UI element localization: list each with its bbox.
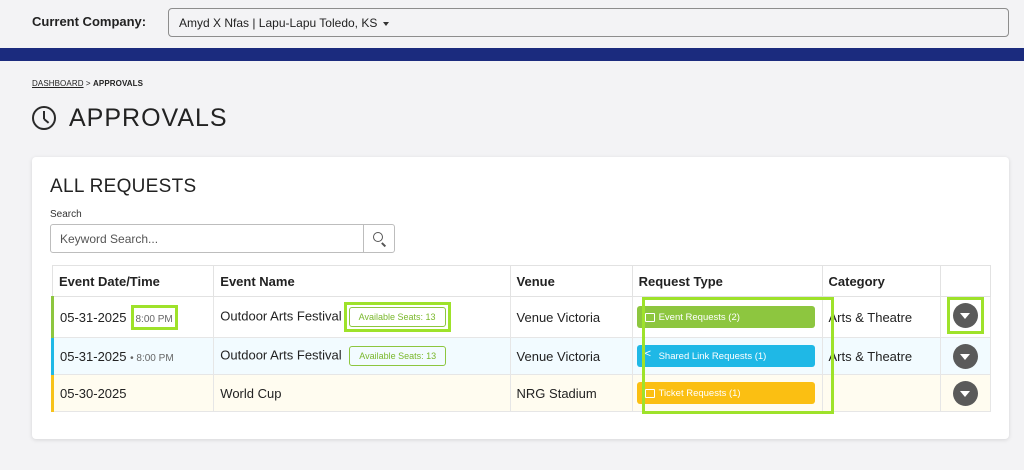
time-highlight: 8:00 PM [130,304,178,330]
event-cell: Outdoor Arts Festival Available Seats: 13 [213,296,511,338]
event-date: 05-31-2025 [60,309,127,325]
breadcrumb-separator: > [85,79,91,88]
date-cell: 05-30-2025 [50,374,215,412]
search-input[interactable] [50,224,364,253]
request-type-cell: Event Requests (2) [631,296,823,338]
page-header: APPROVALS [32,103,228,133]
breadcrumb-current: APPROVALS [93,79,144,88]
column-header-request-type[interactable]: Request Type [631,265,823,297]
expand-row-button[interactable] [953,380,978,406]
event-time: 8:00 PM [135,313,173,325]
seats-badge: Available Seats: 13 [349,346,447,366]
event-date: 05-31-2025 [60,348,127,364]
request-type-label: Shared Link Requests (1) [658,350,767,362]
clock-icon [32,106,56,130]
search-icon [373,232,383,242]
request-type-label: Ticket Requests (1) [658,387,741,399]
event-date: 05-30-2025 [60,385,127,401]
column-header-venue[interactable]: Venue [509,265,633,297]
breadcrumb: DASHBOARD > APPROVALS [32,79,143,88]
nav-band [0,48,1024,61]
search-label: Search [50,209,82,220]
expand-row-button[interactable] [953,343,978,369]
calendar-icon [644,312,655,322]
event-cell: World Cup [213,374,511,412]
column-header-event[interactable]: Event Name [213,265,511,297]
table-header-row: Event Date/Time Event Name Venue Request… [51,265,991,297]
date-cell: 05-31-2025 • 8:00 PM [50,337,215,375]
event-requests-button[interactable]: Event Requests (2) [636,306,815,328]
event-name: World Cup [220,385,282,401]
category-cell: Arts & Theatre [821,337,941,375]
request-type-label: Event Requests (2) [658,311,740,323]
seats-highlight: Available Seats: 13 [343,302,451,332]
company-value: Amyd X Nfas | Lapu-Lapu Toledo, KS [179,16,378,30]
column-header-date[interactable]: Event Date/Time [51,265,215,297]
expand-row-button[interactable] [953,303,978,328]
ticket-requests-button[interactable]: Ticket Requests (1) [636,382,815,404]
table-row: 05-31-2025 • 8:00 PM Outdoor Arts Festiv… [50,337,991,375]
page-title: APPROVALS [69,103,228,132]
venue-cell: Venue Victoria [509,337,633,375]
column-header-actions [940,265,991,297]
caret-down-icon [383,21,390,26]
requests-table: Event Date/Time Event Name Venue Request… [50,265,991,412]
seats-badge: Available Seats: 13 [348,307,446,327]
action-cell [940,374,991,412]
breadcrumb-dashboard-link[interactable]: DASHBOARD [32,79,84,88]
date-cell: 05-31-2025 8:00 PM [50,296,215,338]
requests-card: ALL REQUESTS Search Event Date/Time Even… [32,157,1009,439]
request-type-cell: Ticket Requests (1) [631,374,823,412]
venue-cell: Venue Victoria [509,296,633,338]
venue-cell: NRG Stadium [509,374,633,412]
expand-highlight [947,297,984,334]
company-select[interactable]: Amyd X Nfas | Lapu-Lapu Toledo, KS [168,8,1009,37]
action-cell [940,296,991,338]
shared-link-requests-button[interactable]: Shared Link Requests (1) [636,345,815,367]
search-button[interactable] [363,224,395,253]
column-header-category[interactable]: Category [821,265,941,297]
share-icon [645,348,655,361]
event-time: • 8:00 PM [130,352,174,364]
top-bar: Current Company: Amyd X Nfas | Lapu-Lapu… [0,0,1024,47]
table-row: 05-31-2025 8:00 PM Outdoor Arts Festival A… [50,296,991,338]
action-cell [940,337,991,375]
table-row: 05-30-2025 World Cup NRG Stadium Ticket … [50,374,991,412]
event-name: Outdoor Arts Festival [220,308,342,324]
card-title: ALL REQUESTS [50,176,197,197]
request-type-cell: Shared Link Requests (1) [631,337,823,375]
company-label: Current Company: [32,14,147,29]
category-cell [821,374,941,412]
ticket-icon [644,388,655,398]
category-cell: Arts & Theatre [821,296,941,338]
event-name: Outdoor Arts Festival [220,347,342,363]
event-cell: Outdoor Arts Festival Available Seats: 1… [213,337,511,375]
